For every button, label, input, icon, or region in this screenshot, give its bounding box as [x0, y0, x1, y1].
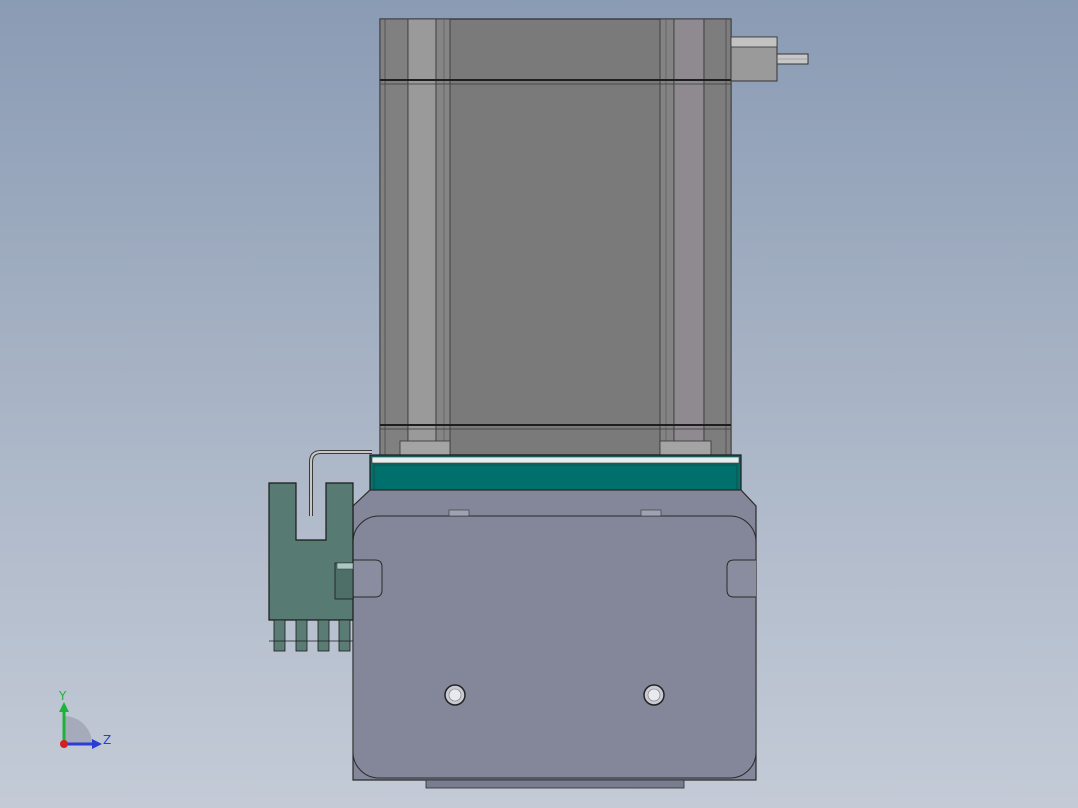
base-bottom-tab [425, 779, 685, 789]
motor-shaft[interactable] [730, 36, 809, 82]
connector-pin-1 [273, 619, 286, 652]
triad-x-axis [60, 740, 68, 748]
base-plate[interactable] [352, 489, 757, 789]
triad-quarter-disc [64, 716, 92, 744]
connector-pin-4 [338, 619, 351, 652]
connector-pin-2 [295, 619, 308, 652]
stepper-motor[interactable] [379, 18, 732, 456]
triad-z-label: Z [103, 733, 111, 747]
motor-right-foot [659, 440, 712, 456]
right-slot [726, 559, 756, 598]
model-view[interactable]: Y Z [0, 0, 1078, 808]
triad-y-label: Y [58, 689, 67, 703]
left-slot [353, 559, 383, 598]
cad-graphics-area[interactable]: Y Z [0, 0, 1078, 808]
orientation-triad[interactable]: Y Z [58, 689, 111, 749]
connector-pin-3 [317, 619, 330, 652]
motor-left-foot [399, 440, 451, 456]
